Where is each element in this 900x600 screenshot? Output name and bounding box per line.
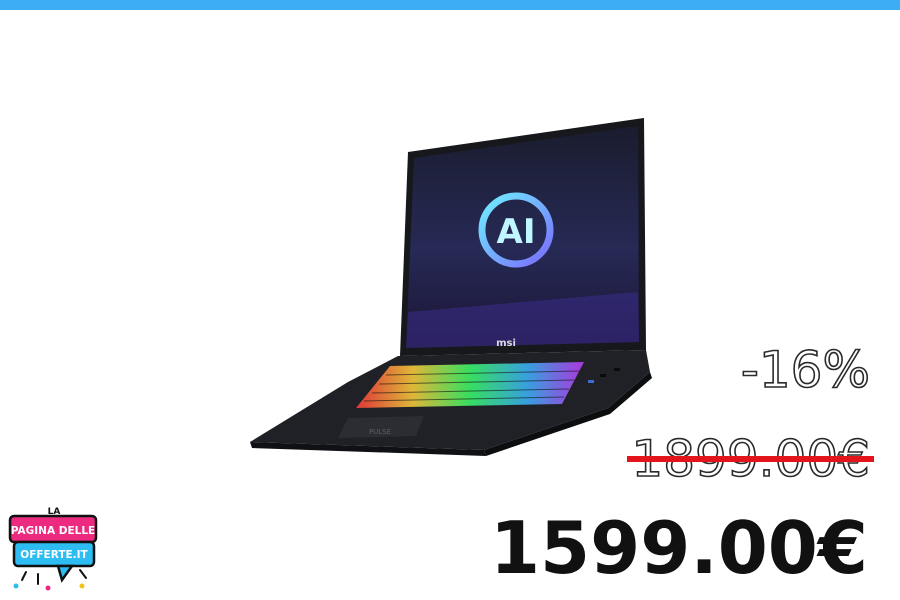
new-price: 1599.00€ xyxy=(489,506,868,590)
strikethrough-line xyxy=(627,456,874,462)
deck-name: PULSE xyxy=(369,428,391,436)
screen-ai-logo: AI xyxy=(497,212,536,252)
la-pagina-delle-offerte-logo: LA PAGINA DELLE OFFERTE.IT xyxy=(8,507,98,591)
laptop-image: AI msi PULSE xyxy=(250,118,652,456)
brand-logo: msi xyxy=(496,338,516,349)
logo-line-pagina-delle: PAGINA DELLE xyxy=(11,525,95,537)
old-price: 1899.00€ xyxy=(627,428,874,490)
logo-line-offerte: OFFERTE.IT xyxy=(20,549,88,561)
discount-badge: -16% xyxy=(740,340,871,400)
top-accent-bar xyxy=(0,0,900,10)
